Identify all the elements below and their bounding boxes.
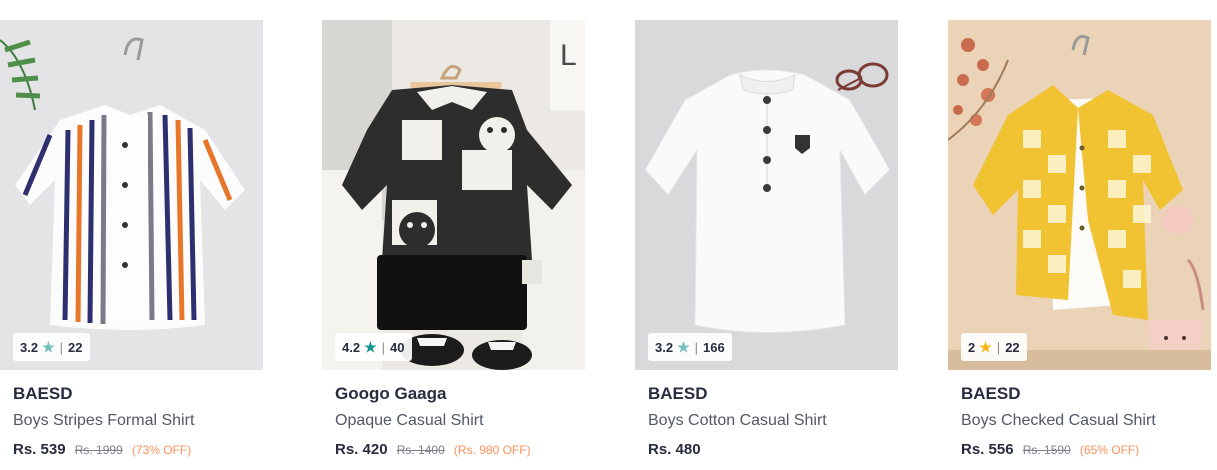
rating-badge: 3.2 ★ | 166 bbox=[648, 333, 732, 361]
product-name: Boys Stripes Formal Shirt bbox=[13, 412, 195, 429]
star-icon: ★ bbox=[42, 338, 55, 355]
product-name: Boys Cotton Casual Shirt bbox=[648, 412, 827, 429]
rating-count: 22 bbox=[1005, 339, 1020, 355]
star-icon: ★ bbox=[364, 338, 377, 355]
rating-separator: | bbox=[694, 339, 699, 355]
product-price-row: Rs. 556 Rs. 1590 (65% OFF) bbox=[961, 440, 1211, 460]
product-price-row: Rs. 539 Rs. 1999 (73% OFF) bbox=[13, 440, 263, 460]
product-image[interactable]: 3.2 ★ | 22 bbox=[0, 20, 263, 370]
rating-badge: 4.2 ★ | 40 bbox=[335, 333, 412, 361]
product-card-baesd-cotton[interactable]: 3.2 ★ | 166 BAESD Boys Cotton Casual Shi… bbox=[635, 20, 898, 470]
rating-separator: | bbox=[381, 339, 386, 355]
rating-count: 40 bbox=[390, 339, 405, 355]
product-price-row: Rs. 480 bbox=[648, 440, 898, 460]
rating-count: 22 bbox=[68, 339, 83, 355]
product-info: BAESD Boys Checked Casual Shirt Rs. 556 … bbox=[948, 370, 1211, 460]
rating-separator: | bbox=[996, 339, 1001, 355]
discount-label: (73% OFF) bbox=[131, 443, 192, 457]
product-info: BAESD Boys Cotton Casual Shirt Rs. 480 bbox=[635, 370, 898, 460]
discount-label: (Rs. 980 OFF) bbox=[453, 443, 531, 457]
rating-value: 3.2 bbox=[655, 339, 674, 355]
rating-separator: | bbox=[59, 339, 64, 355]
product-image[interactable]: L 4.2 ★ | 40 bbox=[322, 20, 585, 370]
rating-badge: 2 ★ | 22 bbox=[961, 333, 1027, 361]
svg-text:L: L bbox=[560, 39, 577, 72]
discounted-price: Rs. 556 bbox=[961, 441, 1014, 458]
product-name: Opaque Casual Shirt bbox=[335, 412, 484, 429]
product-info: BAESD Boys Stripes Formal Shirt Rs. 539 … bbox=[0, 370, 263, 460]
product-photo-boys-cotton-casual-shirt bbox=[635, 20, 898, 370]
product-image[interactable]: 2 ★ | 22 bbox=[948, 20, 1211, 370]
product-price-row: Rs. 420 Rs. 1400 (Rs. 980 OFF) bbox=[335, 440, 585, 460]
product-brand: Googo Gaaga bbox=[335, 384, 447, 403]
star-icon: ★ bbox=[979, 338, 992, 355]
original-price: Rs. 1590 bbox=[1022, 443, 1071, 457]
discounted-price: Rs. 539 bbox=[13, 441, 66, 458]
product-brand: BAESD bbox=[648, 384, 708, 403]
product-card-googo-gaaga[interactable]: L 4.2 ★ | 40 Googo Gaaga Opaque Casual S… bbox=[322, 20, 585, 470]
rating-value: 3.2 bbox=[20, 339, 39, 355]
product-brand: BAESD bbox=[961, 384, 1021, 403]
discounted-price: Rs. 480 bbox=[648, 441, 701, 458]
product-card-baesd-stripes[interactable]: 3.2 ★ | 22 BAESD Boys Stripes Formal Shi… bbox=[0, 20, 263, 470]
product-brand: BAESD bbox=[13, 384, 73, 403]
original-price: Rs. 1999 bbox=[74, 443, 123, 457]
discounted-price: Rs. 420 bbox=[335, 441, 388, 458]
product-image[interactable]: 3.2 ★ | 166 bbox=[635, 20, 898, 370]
rating-value: 2 bbox=[968, 339, 976, 355]
product-info: Googo Gaaga Opaque Casual Shirt Rs. 420 … bbox=[322, 370, 585, 460]
discount-label: (65% OFF) bbox=[1079, 443, 1140, 457]
product-photo-boys-checked-casual-shirt bbox=[948, 20, 1211, 370]
product-name: Boys Checked Casual Shirt bbox=[961, 412, 1156, 429]
rating-value: 4.2 bbox=[342, 339, 361, 355]
product-photo-boys-stripes-formal-shirt bbox=[0, 20, 263, 370]
original-price: Rs. 1400 bbox=[396, 443, 445, 457]
product-card-baesd-checked[interactable]: 2 ★ | 22 BAESD Boys Checked Casual Shirt… bbox=[948, 20, 1211, 470]
star-icon: ★ bbox=[677, 338, 690, 355]
rating-count: 166 bbox=[703, 339, 725, 355]
product-photo-opaque-casual-shirt: L bbox=[322, 20, 585, 370]
rating-badge: 3.2 ★ | 22 bbox=[13, 333, 90, 361]
